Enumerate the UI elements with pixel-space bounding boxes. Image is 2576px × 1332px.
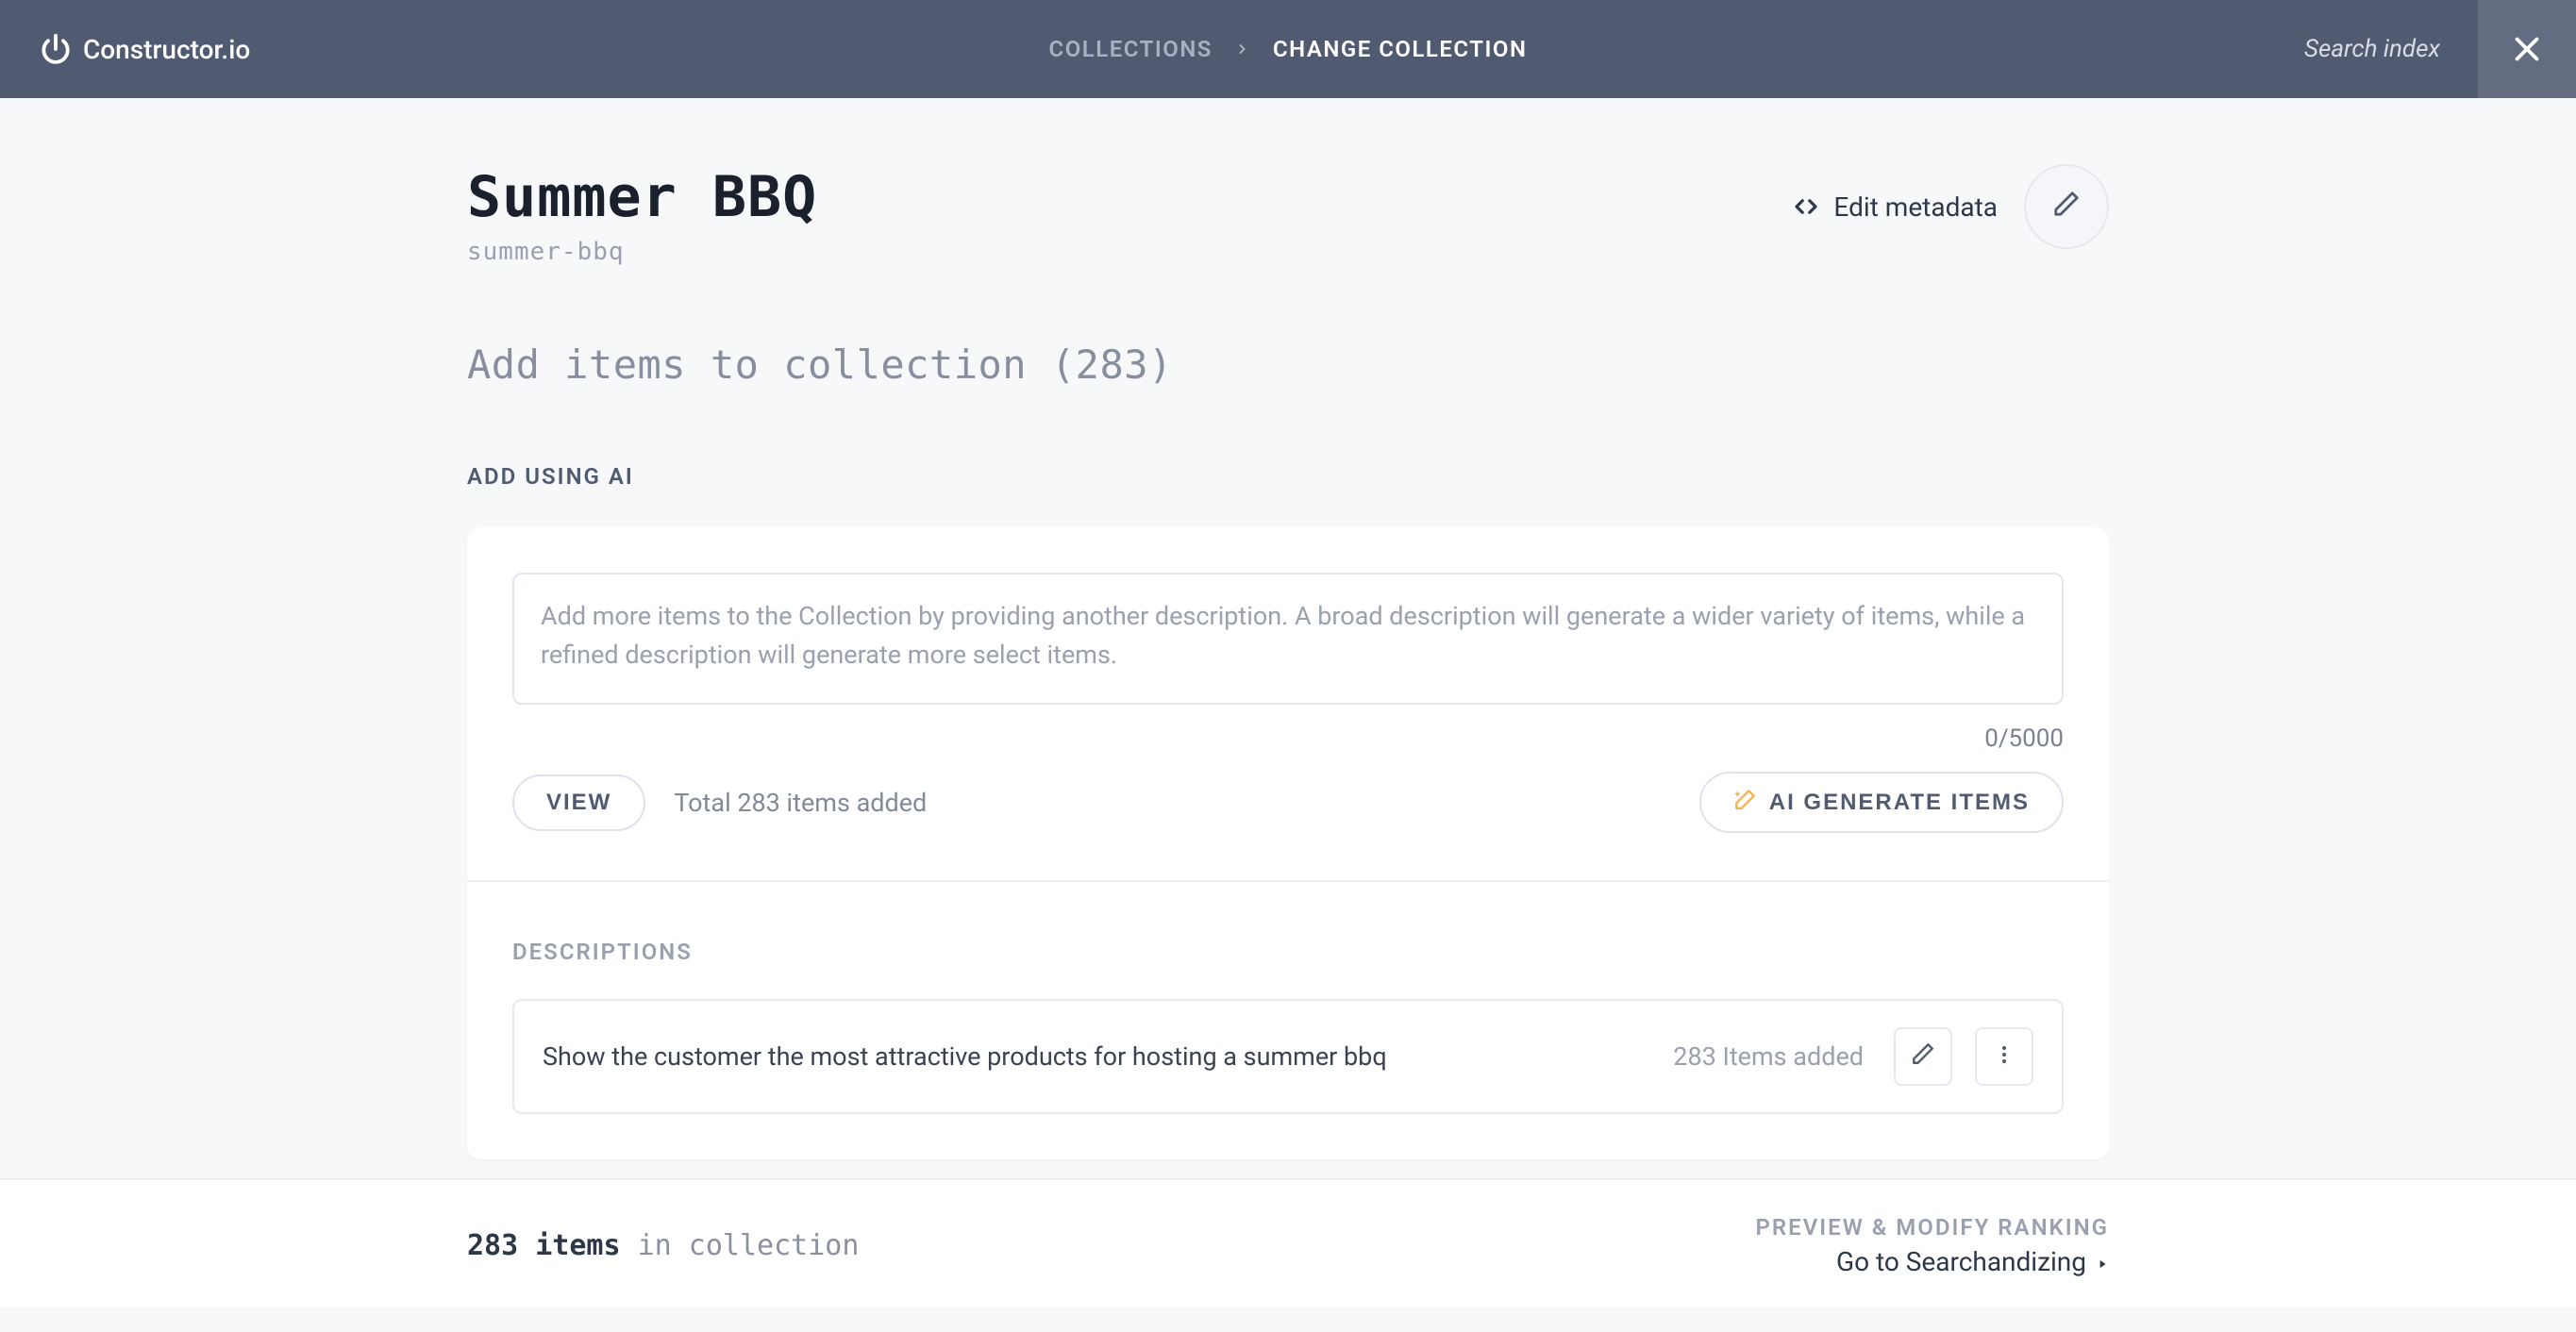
title-actions: Edit metadata xyxy=(1792,164,2109,249)
descriptions-section: DESCRIPTIONS Show the customer the most … xyxy=(467,882,2109,1159)
footer-count-strong: 283 items xyxy=(467,1229,621,1262)
card-actions: VIEW Total 283 items added AI GENERATE I… xyxy=(512,772,2064,878)
page-content: Summer BBQ summer-bbq Edit metadata Add … xyxy=(467,98,2109,1159)
description-count: 283 Items added xyxy=(1673,1041,1864,1072)
ai-card: 0/5000 VIEW Total 283 items added AI GEN… xyxy=(467,527,2109,1159)
collection-slug: summer-bbq xyxy=(467,238,817,266)
edit-metadata-link[interactable]: Edit metadata xyxy=(1792,191,1998,223)
char-count: 0/5000 xyxy=(512,724,2064,753)
breadcrumb-current: CHANGE COLLECTION xyxy=(1273,36,1528,62)
view-button[interactable]: VIEW xyxy=(512,774,645,831)
add-using-ai-label: ADD USING AI xyxy=(467,463,2109,490)
brand-name: Constructor.io xyxy=(83,34,250,65)
power-icon xyxy=(38,31,74,67)
description-text: Show the customer the most attractive pr… xyxy=(543,1041,1650,1072)
edit-button[interactable] xyxy=(2024,164,2109,249)
close-icon xyxy=(2510,32,2544,66)
view-button-label: VIEW xyxy=(546,790,611,816)
ai-description-input[interactable] xyxy=(512,573,2064,705)
page-title: Summer BBQ xyxy=(467,164,817,230)
pencil-icon xyxy=(1911,1041,1935,1073)
close-button[interactable] xyxy=(2478,0,2576,98)
title-row: Summer BBQ summer-bbq Edit metadata xyxy=(467,164,2109,266)
descriptions-label: DESCRIPTIONS xyxy=(512,939,2064,965)
edit-description-button[interactable] xyxy=(1894,1027,1952,1086)
description-more-button[interactable] xyxy=(1975,1027,2033,1086)
title-block: Summer BBQ summer-bbq xyxy=(467,164,817,266)
search-index-link[interactable]: Search index xyxy=(2304,35,2478,63)
footer-count-rest: in collection xyxy=(621,1229,860,1262)
breadcrumb-parent[interactable]: COLLECTIONS xyxy=(1049,36,1213,62)
preview-modify-label: PREVIEW & MODIFY RANKING xyxy=(1756,1214,2109,1240)
chevron-right-icon xyxy=(1235,36,1250,62)
code-brackets-icon xyxy=(1792,192,1820,221)
magic-wand-icon xyxy=(1733,787,1758,818)
searchandizing-label: Go to Searchandizing xyxy=(1836,1246,2086,1277)
pencil-icon xyxy=(2052,190,2081,225)
description-row: Show the customer the most attractive pr… xyxy=(512,999,2064,1114)
ai-generate-label: AI GENERATE ITEMS xyxy=(1769,790,2030,816)
breadcrumb: COLLECTIONS CHANGE COLLECTION xyxy=(1049,36,1528,62)
app-header: Constructor.io COLLECTIONS CHANGE COLLEC… xyxy=(0,0,2576,98)
footer-right: PREVIEW & MODIFY RANKING Go to Searchand… xyxy=(1756,1214,2109,1277)
go-to-searchandizing-link[interactable]: Go to Searchandizing xyxy=(1836,1246,2109,1277)
edit-metadata-label: Edit metadata xyxy=(1833,191,1998,223)
caret-right-icon xyxy=(2096,1246,2109,1277)
ai-generate-button[interactable]: AI GENERATE ITEMS xyxy=(1699,772,2064,833)
footer-item-count: 283 items in collection xyxy=(467,1229,859,1262)
section-heading: Add items to collection (283) xyxy=(467,341,2109,388)
brand-logo[interactable]: Constructor.io xyxy=(38,31,250,67)
total-items-text: Total 283 items added xyxy=(674,788,927,818)
footer-bar: 283 items in collection PREVIEW & MODIFY… xyxy=(0,1178,2576,1307)
kebab-menu-icon xyxy=(1993,1041,2016,1073)
header-right: Search index xyxy=(2304,0,2576,98)
